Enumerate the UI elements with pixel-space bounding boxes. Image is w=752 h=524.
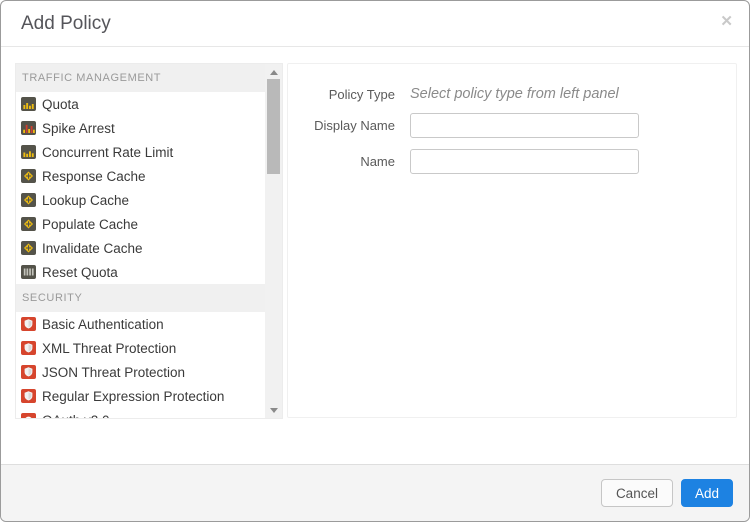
section-header: TRAFFIC MANAGEMENT xyxy=(16,64,265,92)
policy-item-label: Reset Quota xyxy=(42,265,118,280)
policy-type-label: Policy Type xyxy=(288,87,395,102)
policy-list-item[interactable]: Spike Arrest xyxy=(16,116,265,140)
display-name-field[interactable] xyxy=(410,113,639,138)
close-icon[interactable]: ✕ xyxy=(720,14,733,29)
policy-item-label: Basic Authentication xyxy=(42,317,164,332)
policy-item-label: Quota xyxy=(42,97,79,112)
policy-list-item[interactable]: Populate Cache xyxy=(16,212,265,236)
policy-list-item[interactable]: Quota xyxy=(16,92,265,116)
scroll-up-icon[interactable] xyxy=(265,66,282,78)
name-field[interactable] xyxy=(410,149,639,174)
policy-list-item[interactable]: Basic Authentication xyxy=(16,312,265,336)
scrollbar-thumb[interactable] xyxy=(267,79,280,174)
cache-icon xyxy=(21,193,36,207)
policy-list-item[interactable]: XML Threat Protection xyxy=(16,336,265,360)
policy-item-label: Populate Cache xyxy=(42,217,138,232)
oauth-icon xyxy=(21,413,36,418)
policy-item-label: Concurrent Rate Limit xyxy=(42,145,173,160)
policy-form-panel: Policy Type Select policy type from left… xyxy=(287,63,737,418)
policy-item-label: Invalidate Cache xyxy=(42,241,143,256)
shield-icon xyxy=(21,365,36,379)
policy-type-row: Policy Type Select policy type from left… xyxy=(288,86,736,102)
add-policy-dialog: Add Policy ✕ TRAFFIC MANAGEMENT Quota Spik… xyxy=(0,0,750,522)
policy-list-item[interactable]: Response Cache xyxy=(16,164,265,188)
policy-list: TRAFFIC MANAGEMENT Quota Spike Arrest Concu… xyxy=(16,64,265,418)
display-name-row: Display Name xyxy=(288,113,736,138)
display-name-label: Display Name xyxy=(288,118,395,133)
policy-type-value: Select policy type from left panel xyxy=(410,86,619,102)
policy-type-panel: TRAFFIC MANAGEMENT Quota Spike Arrest Concu… xyxy=(15,63,283,419)
name-label: Name xyxy=(288,154,395,169)
cancel-button[interactable]: Cancel xyxy=(601,479,673,507)
shield-icon xyxy=(21,317,36,331)
policy-list-item[interactable]: Concurrent Rate Limit xyxy=(16,140,265,164)
policy-list-item[interactable]: Regular Expression Protection xyxy=(16,384,265,408)
policy-list-item[interactable]: Invalidate Cache xyxy=(16,236,265,260)
dialog-header: Add Policy ✕ xyxy=(1,1,749,47)
policy-item-label: Lookup Cache xyxy=(42,193,129,208)
quota-icon xyxy=(21,97,36,111)
shield-icon xyxy=(21,389,36,403)
add-button[interactable]: Add xyxy=(681,479,733,507)
reset-quota-icon xyxy=(21,265,36,279)
policy-list-item[interactable]: OAuth v2.0 xyxy=(16,408,265,418)
scroll-down-icon[interactable] xyxy=(265,404,282,416)
section-header: SECURITY xyxy=(16,284,265,312)
name-row: Name xyxy=(288,149,736,174)
policy-item-label: JSON Threat Protection xyxy=(42,365,185,380)
policy-item-label: Response Cache xyxy=(42,169,146,184)
policy-list-item[interactable]: Reset Quota xyxy=(16,260,265,284)
policy-list-item[interactable]: Lookup Cache xyxy=(16,188,265,212)
policy-item-label: Spike Arrest xyxy=(42,121,115,136)
list-scrollbar[interactable] xyxy=(265,64,282,418)
dialog-footer: Cancel Add xyxy=(1,464,749,521)
shield-icon xyxy=(21,341,36,355)
policy-item-label: XML Threat Protection xyxy=(42,341,176,356)
rate-limit-icon xyxy=(21,145,36,159)
policy-item-label: Regular Expression Protection xyxy=(42,389,224,404)
spike-arrest-icon xyxy=(21,121,36,135)
policy-item-label: OAuth v2.0 xyxy=(42,413,110,419)
policy-list-item[interactable]: JSON Threat Protection xyxy=(16,360,265,384)
cache-icon xyxy=(21,217,36,231)
cache-icon xyxy=(21,169,36,183)
cache-icon xyxy=(21,241,36,255)
dialog-title: Add Policy xyxy=(21,13,111,35)
